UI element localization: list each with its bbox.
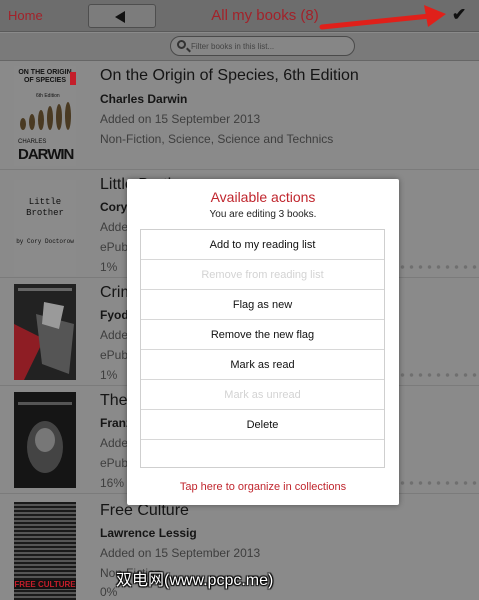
dialog-subtitle: You are editing 3 books. — [209, 209, 317, 220]
delete-button[interactable]: Delete — [141, 410, 384, 440]
book-cover — [14, 392, 76, 488]
book-title: On the Origin of Species, 6th Edition — [100, 67, 359, 84]
book-cover: FREE CULTURE — [14, 502, 76, 600]
book-categories: Non-Fiction, Science, Science and Techni… — [100, 132, 334, 146]
book-format: ePub — [100, 240, 129, 254]
book-row[interactable]: ON THE ORIGIN OF SPECIES 6th Edition CHA… — [0, 62, 479, 170]
book-added-date: Added on 15 September 2013 — [100, 546, 261, 560]
actions-dialog: Available actions You are editing 3 book… — [127, 179, 399, 505]
cover-author-last: DARWIN — [18, 146, 74, 163]
search-icon — [177, 40, 186, 49]
actions-list: Add to my reading list Remove from readi… — [140, 229, 385, 468]
cover-author: by Cory Doctorow — [16, 238, 74, 245]
cover-edition: 6th Edition — [36, 93, 60, 99]
dialog-title: Available actions — [210, 189, 316, 205]
mark-as-read-button[interactable]: Mark as read — [141, 350, 384, 380]
book-author: Lawrence Lessig — [100, 526, 197, 540]
empty-action-slot — [141, 440, 384, 467]
search-input[interactable] — [191, 39, 351, 53]
remove-new-flag-button[interactable]: Remove the new flag — [141, 320, 384, 350]
cover-title: FREE CULTURE — [14, 580, 76, 589]
cover-author-first: CHARLES — [18, 139, 47, 145]
book-progress: 0% — [100, 585, 118, 599]
annotation-arrow-icon — [319, 5, 446, 30]
flag-as-new-button[interactable]: Flag as new — [141, 290, 384, 320]
add-to-reading-list-button[interactable]: Add to my reading list — [141, 230, 384, 260]
evolution-figures-icon — [20, 102, 71, 130]
book-cover: Little Brother by Cory Doctorow — [14, 180, 76, 276]
book-progress: 1% — [100, 260, 118, 274]
cover-title: Little Brother — [26, 197, 64, 218]
remove-from-reading-list-button: Remove from reading list — [141, 260, 384, 290]
book-cover — [14, 284, 76, 380]
book-author: Charles Darwin — [100, 92, 188, 106]
book-format: ePub — [100, 456, 129, 470]
book-progress: 1% — [100, 368, 118, 382]
book-cover: ON THE ORIGIN OF SPECIES 6th Edition CHA… — [14, 66, 76, 166]
book-progress: 16% — [100, 476, 125, 490]
cover-title: ON THE ORIGIN OF SPECIES — [18, 69, 72, 84]
organize-collections-link[interactable]: Tap here to organize in collections — [127, 481, 399, 493]
book-format: ePub — [100, 348, 129, 362]
cover-artwork — [14, 284, 76, 380]
book-added-date: Added on 15 September 2013 — [100, 112, 261, 126]
mark-as-unread-button: Mark as unread — [141, 380, 384, 410]
bookmark-icon — [70, 72, 76, 85]
cover-artwork — [14, 392, 76, 488]
watermark: 双电网(www.pcpc.me) — [116, 572, 274, 589]
